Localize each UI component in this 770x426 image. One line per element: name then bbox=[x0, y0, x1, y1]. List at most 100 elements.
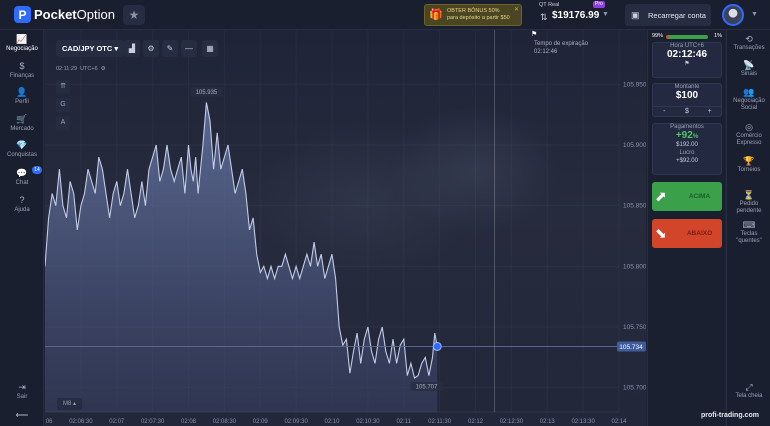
gift-icon: 🎁 bbox=[429, 9, 443, 21]
sidebar-item-label: Perfil bbox=[15, 99, 29, 105]
payout-box: Pagamentos +92% $192.00 Lucro +$92.00 bbox=[652, 123, 722, 175]
keyboard-icon: ⌨ bbox=[742, 220, 756, 230]
brand-name-second: Option bbox=[76, 7, 115, 22]
arrow-down-icon: ⬊ bbox=[655, 225, 667, 241]
logo-mark-icon: P bbox=[14, 6, 31, 23]
sidebar-item-label: Negociação bbox=[6, 46, 38, 52]
layout-grid-icon[interactable]: ▦ bbox=[202, 40, 218, 57]
call-up-button[interactable]: ⬈ ACIMA bbox=[652, 182, 722, 211]
payout-percent-sign: % bbox=[692, 134, 699, 140]
x-tick-label: 02:10:30 bbox=[356, 419, 380, 425]
chart-type-icon[interactable]: ▟ bbox=[124, 40, 140, 57]
sidebar-item-help[interactable]: ? Ajuda bbox=[0, 195, 44, 213]
call-up-label: ACIMA bbox=[688, 193, 711, 200]
expiry-flag-icon: ⚑ bbox=[531, 31, 538, 38]
chevron-down-icon[interactable]: ▼ bbox=[602, 11, 609, 18]
trophy-icon: 🏆 bbox=[743, 156, 755, 166]
right-nav-keyboard[interactable]: ⌨ Teclas "quentes" bbox=[727, 220, 770, 245]
sidebar-item-chart[interactable]: 📈 Negociação bbox=[0, 34, 44, 52]
top-bar: P Pocket Option ★ 🎁 OBTER BÔNUS 50% para … bbox=[0, 0, 770, 30]
close-icon[interactable]: ✕ bbox=[514, 6, 519, 13]
x-tick-label: 02:11:30 bbox=[428, 419, 452, 425]
express-icon: ◎ bbox=[745, 122, 753, 132]
amount-value[interactable]: $100 bbox=[653, 90, 721, 101]
line-tool-icon[interactable]: — bbox=[181, 40, 197, 57]
right-nav-label: Negociação Social bbox=[733, 98, 765, 111]
fullscreen-button[interactable]: ⤢ Tela cheia bbox=[727, 382, 770, 400]
g-tool-icon[interactable]: G bbox=[56, 98, 70, 112]
indicators-icon[interactable]: ⚙ bbox=[143, 40, 159, 57]
trade-markers-icon[interactable]: ⇈ bbox=[56, 80, 70, 94]
right-nav-label: Comércio Expresso bbox=[736, 133, 762, 146]
y-tick-label: 105.750 bbox=[623, 324, 646, 331]
amount-box[interactable]: Montante $100 - $ + bbox=[652, 83, 722, 117]
sidebar-item-user[interactable]: 👤 Perfil bbox=[0, 87, 44, 105]
chart-area[interactable]: 105.950 105.900 105.850 105.800 105.750 105.7… bbox=[45, 30, 646, 426]
wallet-icon: ▣ bbox=[631, 9, 640, 20]
x-tick-label: 02:08 bbox=[181, 419, 197, 425]
pending-icon: ⏳ bbox=[743, 190, 755, 200]
sidebar-item-chat[interactable]: 💬 Chat 14 bbox=[0, 166, 44, 186]
payout-percent: +92 bbox=[675, 130, 693, 141]
expiry-time: 02:12:46 bbox=[534, 49, 558, 55]
chart-clock: 02:11:29 UTC+6 ⚙ bbox=[56, 66, 106, 72]
price-area-fill bbox=[45, 102, 438, 412]
x-tick-label: 02:09:30 bbox=[284, 419, 308, 425]
y-tick-label: 105.800 bbox=[623, 263, 646, 270]
drawing-tool-icon[interactable]: ✎ bbox=[162, 40, 178, 57]
asset-selector-button[interactable]: CAD/JPY OTC ▾ bbox=[56, 40, 125, 57]
x-tick-label: 02:08:30 bbox=[213, 419, 237, 425]
right-nav-label: Pedido pendente bbox=[736, 201, 762, 214]
time-value[interactable]: 02:12:46 bbox=[653, 49, 721, 60]
watermark: profi-trading.com bbox=[701, 412, 759, 419]
logo[interactable]: P Pocket Option bbox=[14, 6, 115, 23]
favorites-star-icon[interactable]: ★ bbox=[123, 5, 145, 25]
social-icon: 👥 bbox=[743, 87, 755, 97]
y-tick-label: 105.700 bbox=[623, 385, 646, 392]
right-nav-pending[interactable]: ⏳ Pedido pendente bbox=[727, 190, 770, 215]
x-tick-label: 02:06:30 bbox=[69, 419, 93, 425]
right-nav-trophy[interactable]: 🏆 Torneios bbox=[727, 156, 770, 174]
amount-increase-button[interactable]: + bbox=[698, 107, 721, 116]
avatar[interactable] bbox=[722, 4, 744, 26]
history-icon: ⟲ bbox=[745, 34, 753, 44]
right-nav-signal[interactable]: 📡 Sinais bbox=[727, 60, 770, 78]
timeframe-selector[interactable]: M8 ▴ bbox=[57, 398, 83, 410]
account-balance[interactable]: $19176.99 bbox=[552, 10, 599, 21]
sidebar-item-label: Conquistas bbox=[6, 152, 38, 158]
pro-badge: Pro bbox=[593, 1, 605, 8]
sidebar-item-dollar[interactable]: $ Finanças bbox=[0, 61, 44, 79]
trader-sentiment: 99% 1% bbox=[652, 33, 722, 40]
settings-gear-icon[interactable]: ⚙ bbox=[101, 66, 106, 72]
put-down-button[interactable]: ⬊ ABAIXO bbox=[652, 219, 722, 248]
low-label: 105.707 bbox=[416, 385, 438, 391]
right-nav-label: Sinais bbox=[740, 71, 758, 77]
logout-button[interactable]: ⇥ Sair bbox=[0, 382, 44, 400]
sidebar-item-label: Chat bbox=[15, 180, 29, 186]
user-icon: 👤 bbox=[16, 87, 28, 97]
balance-sort-icon: ⇅ bbox=[540, 12, 548, 22]
right-nav-label: Teclas "quentes" bbox=[736, 231, 762, 244]
left-sidebar: 📈 Negociação $ Finanças 👤 Perfil 🛒 Mercado 💎 Conq… bbox=[0, 30, 44, 426]
price-chart[interactable]: 105.950 105.900 105.850 105.800 105.750 105.7… bbox=[45, 30, 646, 426]
logout-label: Sair bbox=[16, 394, 28, 400]
sidebar-item-diamond[interactable]: 💎 Conquistas bbox=[0, 140, 44, 158]
right-sidebar: ⟲ Transações 📡 Sinais 👥 Negociação Social ◎ Com… bbox=[726, 30, 770, 426]
expiry-time-box[interactable]: Hora UTC+6 02:12:46 ⚑ bbox=[652, 42, 722, 78]
logout-icon: ⇥ bbox=[18, 382, 26, 392]
bonus-banner[interactable]: 🎁 OBTER BÔNUS 50% para depósito a partir… bbox=[424, 4, 522, 26]
a-tool-icon[interactable]: A bbox=[56, 116, 70, 130]
x-tick-label: 02:11 bbox=[396, 419, 411, 425]
collapse-sidebar-button[interactable]: ⟵ bbox=[0, 410, 44, 421]
amount-decrease-button[interactable]: - bbox=[653, 107, 676, 116]
sidebar-item-cart[interactable]: 🛒 Mercado bbox=[0, 114, 44, 132]
right-nav-social[interactable]: 👥 Negociação Social bbox=[727, 87, 770, 112]
payout-total: $192.00 bbox=[676, 142, 698, 148]
amount-currency-button[interactable]: $ bbox=[676, 107, 699, 116]
y-tick-label: 105.900 bbox=[623, 142, 646, 149]
recharge-account-button[interactable]: ▣ Recarregar conta bbox=[625, 4, 711, 26]
profile-chevron-down-icon[interactable]: ▼ bbox=[751, 11, 758, 18]
right-nav-history[interactable]: ⟲ Transações bbox=[727, 34, 770, 52]
right-nav-express[interactable]: ◎ Comércio Expresso bbox=[727, 122, 770, 147]
recharge-account-label: Recarregar conta bbox=[648, 10, 706, 20]
